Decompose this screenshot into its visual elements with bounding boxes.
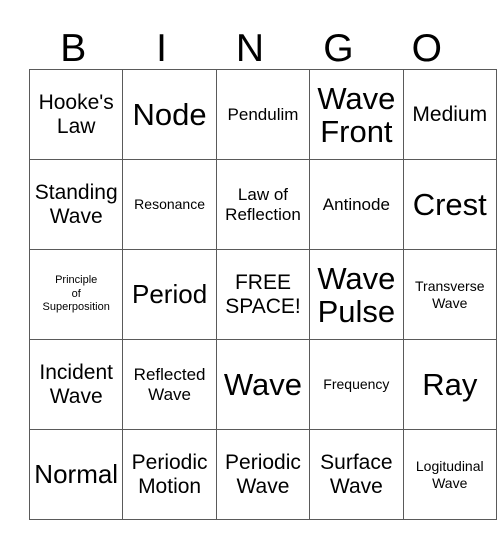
bingo-cell-label: FREE SPACE! [225,270,301,318]
bingo-card-root: B I N G O Hooke's Law Node Pendulim Wave Front M… [0,0,500,544]
bingo-cell-label: Antinode [322,194,390,214]
bingo-cell-label: Period [132,279,208,309]
bingo-header-letter-i: I [156,27,167,70]
bingo-row: Standing Wave Resonance Law of Reflection A… [28,159,497,250]
bingo-row: Incident Wave Reflected Wave Wave Frequency… [28,339,497,430]
bingo-cell[interactable]: Wave Pulse [309,249,404,340]
bingo-cell[interactable]: Hooke's Law [28,69,124,160]
bingo-cell[interactable]: Surface Wave [309,429,404,520]
bingo-cell-label: Wave [223,367,303,402]
bingo-cell[interactable]: Law of Reflection [215,159,311,250]
bingo-header-row: BINGO [29,20,471,69]
bingo-cell-label: Pendulim [227,104,299,124]
bingo-cell[interactable]: Normal [28,429,124,520]
bingo-header-letter-o: O [411,27,442,70]
bingo-row: Normal Periodic Motion Periodic Wave Surfac… [28,429,497,520]
bingo-cell[interactable]: Logitudinal Wave [402,429,497,520]
bingo-cell-label: Standing Wave [34,180,118,228]
bingo-grid-body: Hooke's Law Node Pendulim Wave Front Medium S… [28,69,497,520]
bingo-row: Principle of Superposition Period FREE SPA… [28,249,497,340]
bingo-cell-label: Hooke's Law [38,90,114,138]
bingo-cell-label: Principle of Superposition [42,274,110,314]
bingo-cell[interactable]: Standing Wave [28,159,124,250]
bingo-cell-label: Surface Wave [320,450,393,498]
bingo-cell[interactable]: Principle of Superposition [28,249,124,340]
bingo-cell-label: Reflected Wave [133,364,206,404]
bingo-cell-label: Wave Pulse [317,260,396,329]
bingo-cell[interactable]: Incident Wave [28,339,124,430]
bingo-cell-label: Periodic Motion [131,450,208,498]
bingo-cell[interactable]: Node [122,69,217,160]
bingo-cell-label: Periodic Wave [225,450,301,498]
bingo-header-letter-g: G [323,27,354,70]
bingo-cell[interactable]: Crest [402,159,497,250]
bingo-cell[interactable]: Ray [402,339,497,430]
bingo-cell[interactable]: Pendulim [215,69,311,160]
bingo-cell[interactable]: Periodic Motion [122,429,217,520]
bingo-cell-label: Node [132,97,207,132]
bingo-card: B I N G O Hooke's Law Node Pendulim Wave Front M… [28,20,497,520]
bingo-cell[interactable]: Frequency [309,339,404,430]
bingo-cell[interactable]: Medium [402,69,497,160]
bingo-cell[interactable]: Transverse Wave [402,249,497,340]
bingo-cell-label: Wave Front [317,80,396,149]
bingo-grid: Hooke's Law Node Pendulim Wave Front Medium S… [28,69,497,520]
bingo-cell-label: Law of Reflection [225,184,301,224]
bingo-cell-label: Crest [412,187,487,222]
bingo-cell[interactable]: Wave [215,339,311,430]
bingo-cell-label: Medium [412,102,488,126]
bingo-cell-label: Logitudinal Wave [415,458,484,491]
bingo-cell[interactable]: Reflected Wave [122,339,217,430]
bingo-cell-label: Ray [422,367,478,402]
bingo-row: Hooke's Law Node Pendulim Wave Front Medium [28,69,497,160]
bingo-header-letter-n: N [235,27,265,70]
bingo-header-letter-b: B [60,27,87,70]
bingo-cell-label: Resonance [134,196,205,213]
bingo-cell[interactable]: Periodic Wave [215,429,311,520]
bingo-cell[interactable]: Wave Front [309,69,404,160]
bingo-cell[interactable]: Resonance [122,159,217,250]
bingo-cell[interactable]: Antinode [309,159,404,250]
bingo-cell-label: Frequency [323,376,390,393]
bingo-free-space-cell[interactable]: FREE SPACE! [215,249,311,340]
bingo-cell[interactable]: Period [122,249,217,340]
bingo-cell-label: Normal [34,459,119,489]
bingo-cell-label: Incident Wave [39,360,113,408]
bingo-cell-label: Transverse Wave [415,278,485,311]
